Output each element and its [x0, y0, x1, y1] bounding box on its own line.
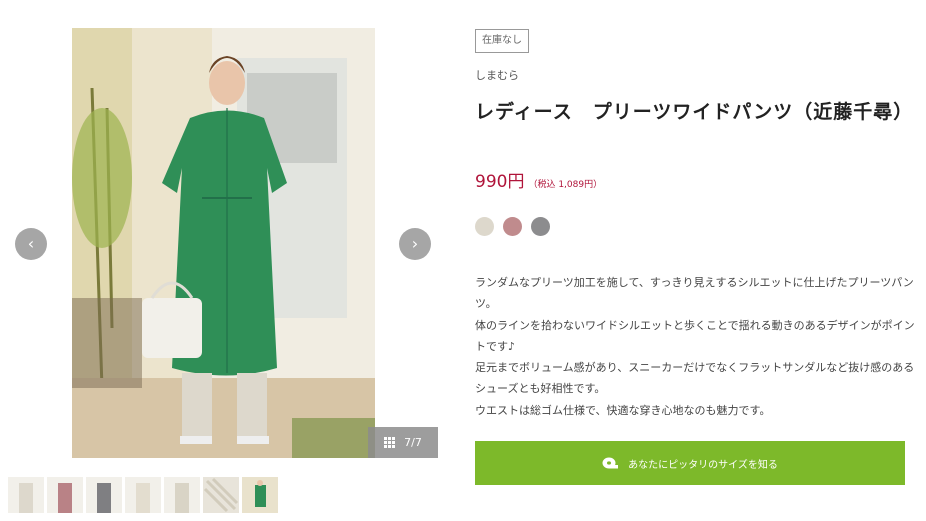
price: 990円 （税込 1,089円）: [475, 167, 602, 192]
product-title: レディース プリーツワイドパンツ（近藤千尋）: [475, 101, 914, 123]
color-swatch-pink[interactable]: [503, 217, 522, 236]
gallery-prev-button[interactable]: ‹: [15, 228, 47, 260]
price-main: 990円: [475, 172, 525, 192]
grid-icon: [384, 436, 396, 449]
thumbnail-5[interactable]: [164, 477, 200, 513]
color-swatches: [475, 217, 550, 236]
description-paragraph: 足元までボリューム感があり、スニーカーだけでなくフラットサンダルなど抜け感のある…: [475, 361, 915, 396]
thumbnail-3[interactable]: [86, 477, 122, 513]
size-fit-button[interactable]: あなたにピッタリのサイズを知る: [475, 441, 905, 485]
description-paragraph: ランダムなプリーツ加工を施して、すっきり見えするシルエットに仕上げたプリーツパン…: [475, 276, 914, 311]
thumbnail-1[interactable]: [8, 477, 44, 513]
description-paragraph: ウエストは総ゴム仕様で、快適な穿き心地なのも魅力です。: [475, 403, 771, 417]
chevron-left-icon: ‹: [27, 234, 35, 253]
gallery-next-button[interactable]: ›: [399, 228, 431, 260]
color-swatch-beige[interactable]: [475, 217, 494, 236]
thumbnail-4[interactable]: [125, 477, 161, 513]
gallery-counter[interactable]: 7/7: [368, 427, 438, 458]
stock-badge: 在庫なし: [475, 29, 529, 53]
gallery-counter-text: 7/7: [404, 436, 422, 449]
price-tax: （税込 1,089円）: [528, 180, 603, 190]
description-paragraph: 体のラインを拾わないワイドシルエットと歩くことで揺れる動きのあるデザインがポイン…: [475, 318, 915, 353]
chevron-right-icon: ›: [411, 234, 419, 253]
color-swatch-gray[interactable]: [531, 217, 550, 236]
thumbnail-7[interactable]: [242, 477, 278, 513]
brand-name[interactable]: しまむら: [475, 67, 519, 83]
thumbnail-2[interactable]: [47, 477, 83, 513]
product-main-photo: [72, 28, 375, 458]
measuring-tape-icon: [602, 457, 619, 469]
product-description: ランダムなプリーツ加工を施して、すっきり見えするシルエットに仕上げたプリーツパン…: [475, 272, 915, 421]
thumbnail-6[interactable]: [203, 477, 239, 513]
size-fit-button-label: あなたにピッタリのサイズを知る: [628, 459, 778, 471]
thumbnail-strip: [8, 477, 278, 513]
